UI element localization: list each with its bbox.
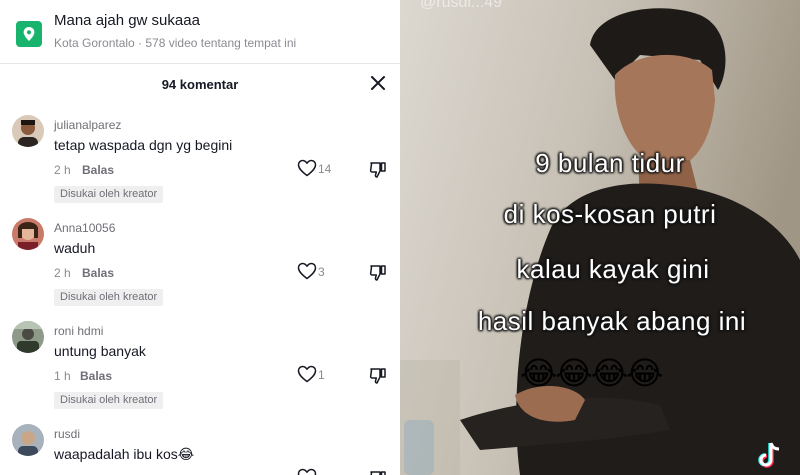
heart-icon[interactable] bbox=[297, 262, 317, 280]
comment-item: rusdi waapadalah ibu kos😂 bbox=[0, 424, 400, 475]
video-watermark: @rusdi...49 bbox=[420, 0, 503, 11]
comment-time: 2 h bbox=[54, 163, 71, 177]
dislike-icon[interactable] bbox=[368, 469, 388, 475]
tiktok-logo-icon bbox=[757, 440, 783, 470]
comment-username[interactable]: Anna10056 bbox=[54, 221, 115, 235]
comment-username[interactable]: rusdi bbox=[54, 427, 80, 441]
comment-count: 94 komentar bbox=[161, 77, 239, 92]
like-count: 3 bbox=[318, 265, 325, 279]
like-count: 1 bbox=[318, 368, 325, 382]
location-subtitle: Kota Gorontalo · 578 video tentang tempa… bbox=[54, 36, 297, 50]
location-card[interactable]: Mana ajah gw sukaaa Kota Gorontalo · 578… bbox=[0, 0, 400, 64]
dislike-icon[interactable] bbox=[368, 366, 388, 386]
liked-by-creator-badge: Disukai oleh kreator bbox=[54, 392, 164, 409]
video-caption-line: hasil banyak abang ini bbox=[477, 306, 747, 336]
comment-item: Anna10056 waduh 2 h Balas Disukai oleh k… bbox=[0, 218, 400, 321]
comment-item: roni hdmi untung banyak 1 h Balas Disuka… bbox=[0, 321, 400, 424]
heart-icon[interactable] bbox=[297, 159, 317, 177]
liked-by-creator-badge: Disukai oleh kreator bbox=[54, 186, 164, 203]
laughing-emoji-row: 😂😂😂😂 bbox=[520, 355, 664, 391]
like-count: 14 bbox=[318, 162, 332, 176]
comment-text: waduh bbox=[54, 240, 96, 256]
avatar[interactable] bbox=[12, 321, 44, 353]
comment-username[interactable]: julianalparez bbox=[54, 118, 121, 132]
reply-button[interactable]: Balas bbox=[80, 369, 112, 383]
avatar[interactable] bbox=[12, 115, 44, 147]
comment-item: julianalparez tetap waspada dgn yg begin… bbox=[0, 115, 400, 218]
dislike-icon[interactable] bbox=[368, 263, 388, 283]
close-icon[interactable] bbox=[368, 73, 388, 93]
dislike-icon[interactable] bbox=[368, 160, 388, 180]
location-title[interactable]: Mana ajah gw sukaaa bbox=[54, 12, 200, 29]
video-caption-line: di kos-kosan putri bbox=[503, 199, 717, 229]
comment-text: waapadalah ibu kos😂 bbox=[54, 446, 195, 462]
comments-panel: Mana ajah gw sukaaa Kota Gorontalo · 578… bbox=[0, 0, 400, 475]
map-pin-icon bbox=[16, 21, 42, 47]
reply-button[interactable]: Balas bbox=[82, 163, 114, 177]
video-player[interactable]: @rusdi...49 9 bulan tidur di kos-kosan p… bbox=[400, 0, 800, 475]
video-frame-illustration bbox=[400, 0, 800, 475]
comment-username[interactable]: roni hdmi bbox=[54, 324, 103, 338]
reply-button[interactable]: Balas bbox=[82, 266, 114, 280]
heart-icon[interactable] bbox=[297, 365, 317, 383]
comment-time: 2 h bbox=[54, 266, 71, 280]
avatar[interactable] bbox=[12, 218, 44, 250]
comment-time: 1 h bbox=[54, 369, 71, 383]
avatar[interactable] bbox=[12, 424, 44, 456]
comment-text: tetap waspada dgn yg begini bbox=[54, 137, 233, 153]
video-caption-line: 9 bulan tidur bbox=[535, 148, 685, 178]
heart-icon[interactable] bbox=[297, 468, 317, 475]
comment-text: untung banyak bbox=[54, 343, 146, 359]
comments-header: 94 komentar bbox=[0, 64, 400, 104]
video-caption-line: kalau kayak gini bbox=[516, 254, 710, 284]
liked-by-creator-badge: Disukai oleh kreator bbox=[54, 289, 164, 306]
